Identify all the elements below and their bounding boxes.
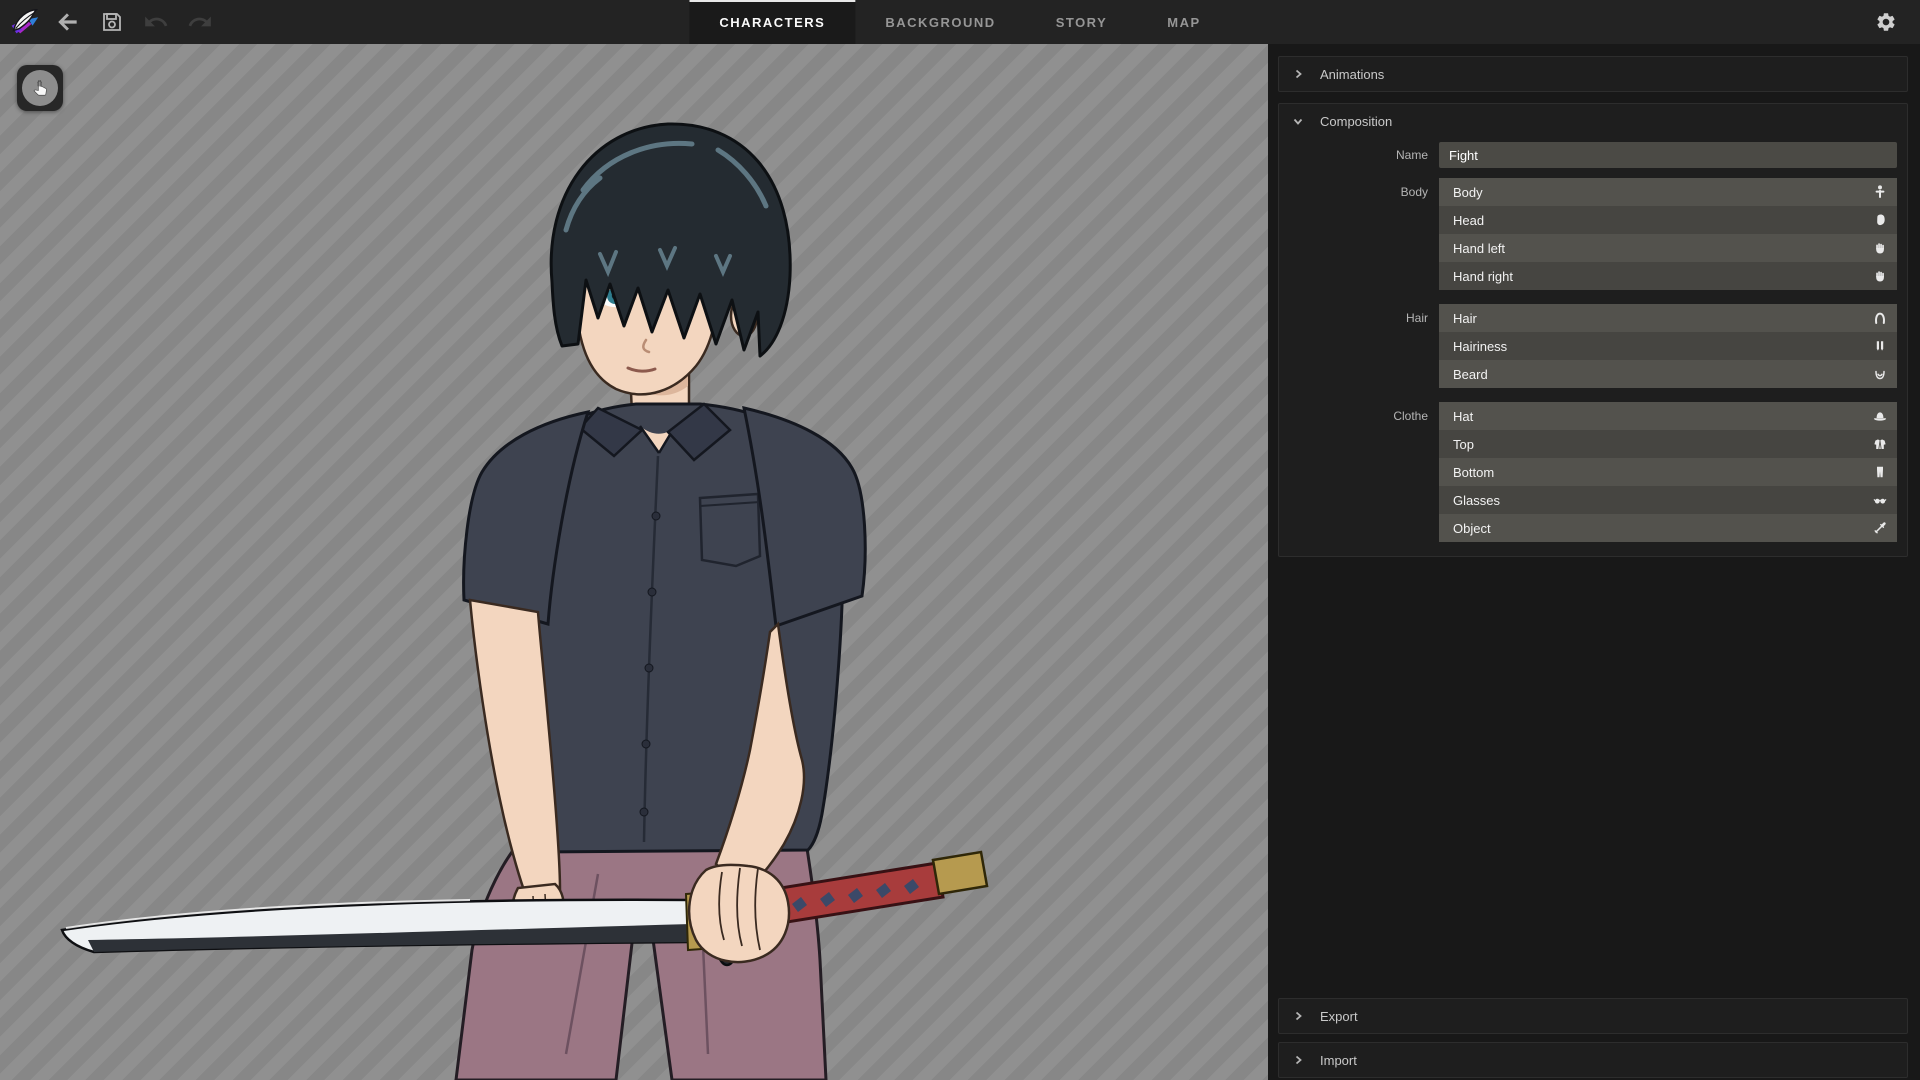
floppy-disk-icon (100, 10, 124, 34)
head-icon (1872, 212, 1888, 228)
composition-item-bottom[interactable]: Bottom (1439, 458, 1897, 486)
redo-arrow-icon (187, 9, 213, 35)
section-export: Export (1278, 998, 1908, 1034)
arrow-left-icon (55, 9, 81, 35)
redo-button[interactable] (180, 2, 220, 42)
composition-item-hairiness[interactable]: Hairiness (1439, 332, 1897, 360)
hat-icon (1872, 408, 1888, 424)
group-rows-hair: Hair Hairiness (1439, 304, 1897, 388)
undo-button[interactable] (136, 2, 176, 42)
name-field-label: Name (1279, 148, 1439, 162)
sideburns-icon (1872, 338, 1888, 354)
section-export-header[interactable]: Export (1279, 999, 1907, 1033)
character-canvas[interactable] (0, 44, 1268, 1080)
beard-icon (1872, 366, 1888, 382)
group-label-body: Body (1279, 178, 1439, 290)
composition-item-hair[interactable]: Hair (1439, 304, 1897, 332)
section-animations: Animations (1278, 56, 1908, 92)
name-field-row: Name (1279, 142, 1907, 168)
section-import-header[interactable]: Import (1279, 1043, 1907, 1077)
toolbar-right (1866, 0, 1920, 44)
logo-button[interactable] (4, 2, 44, 42)
properties-panel: Animations Composition Name (1268, 44, 1920, 1080)
character-preview[interactable] (0, 44, 1268, 1080)
hair-icon (1872, 310, 1888, 326)
composition-item-body[interactable]: Body (1439, 178, 1897, 206)
composition-item-glasses[interactable]: Glasses (1439, 486, 1897, 514)
pointer-tool-circle (22, 70, 58, 106)
hand-pointer-icon (30, 77, 50, 100)
tab-characters[interactable]: CHARACTERS (689, 0, 855, 44)
composition-item-top[interactable]: Top (1439, 430, 1897, 458)
settings-button[interactable] (1866, 2, 1906, 42)
sword-icon (1872, 520, 1888, 536)
composition-group-hair: Hair Hair Hairiness (1279, 304, 1907, 388)
main-area: Animations Composition Name (0, 44, 1920, 1080)
section-animations-header[interactable]: Animations (1279, 57, 1907, 91)
composition-body: Name Body Body (1279, 138, 1907, 556)
tab-background[interactable]: BACKGROUND (855, 0, 1025, 44)
group-rows-body: Body Head (1439, 178, 1897, 290)
composition-item-head[interactable]: Head (1439, 206, 1897, 234)
top-bar: CHARACTERS BACKGROUND STORY MAP (0, 0, 1920, 44)
composition-item-hand-right[interactable]: Hand right (1439, 262, 1897, 290)
glasses-icon (1872, 492, 1888, 508)
toolbar-left (0, 0, 220, 44)
group-rows-clothe: Hat Top (1439, 402, 1897, 542)
body-icon (1872, 184, 1888, 200)
back-button[interactable] (48, 2, 88, 42)
chevron-right-icon (1292, 1010, 1304, 1022)
main-tabs: CHARACTERS BACKGROUND STORY MAP (689, 0, 1230, 44)
undo-arrow-icon (143, 9, 169, 35)
jacket-icon (1872, 436, 1888, 452)
section-import: Import (1278, 1042, 1908, 1078)
pants-icon (1872, 464, 1888, 480)
name-input[interactable] (1439, 142, 1897, 168)
group-label-hair: Hair (1279, 304, 1439, 388)
gear-icon (1875, 11, 1897, 33)
chevron-right-icon (1292, 1054, 1304, 1066)
tab-map[interactable]: MAP (1137, 0, 1230, 44)
composition-item-object[interactable]: Object (1439, 514, 1897, 542)
tab-story[interactable]: STORY (1026, 0, 1138, 44)
pointer-tool-button[interactable] (17, 65, 63, 111)
app: CHARACTERS BACKGROUND STORY MAP (0, 0, 1920, 1080)
chevron-right-icon (1292, 68, 1304, 80)
section-composition: Composition Name Body Body (1278, 103, 1908, 557)
save-button[interactable] (92, 2, 132, 42)
panel-spacer (1278, 568, 1908, 998)
composition-item-hat[interactable]: Hat (1439, 402, 1897, 430)
composition-item-beard[interactable]: Beard (1439, 360, 1897, 388)
hand-icon (1872, 268, 1888, 284)
hand-icon (1872, 240, 1888, 256)
composition-group-body: Body Body Head (1279, 178, 1907, 290)
group-label-clothe: Clothe (1279, 402, 1439, 542)
composition-group-clothe: Clothe Hat Top (1279, 402, 1907, 542)
chevron-down-icon (1292, 115, 1304, 127)
section-composition-header[interactable]: Composition (1279, 104, 1907, 138)
quill-logo-icon (7, 5, 41, 39)
composition-item-hand-left[interactable]: Hand left (1439, 234, 1897, 262)
